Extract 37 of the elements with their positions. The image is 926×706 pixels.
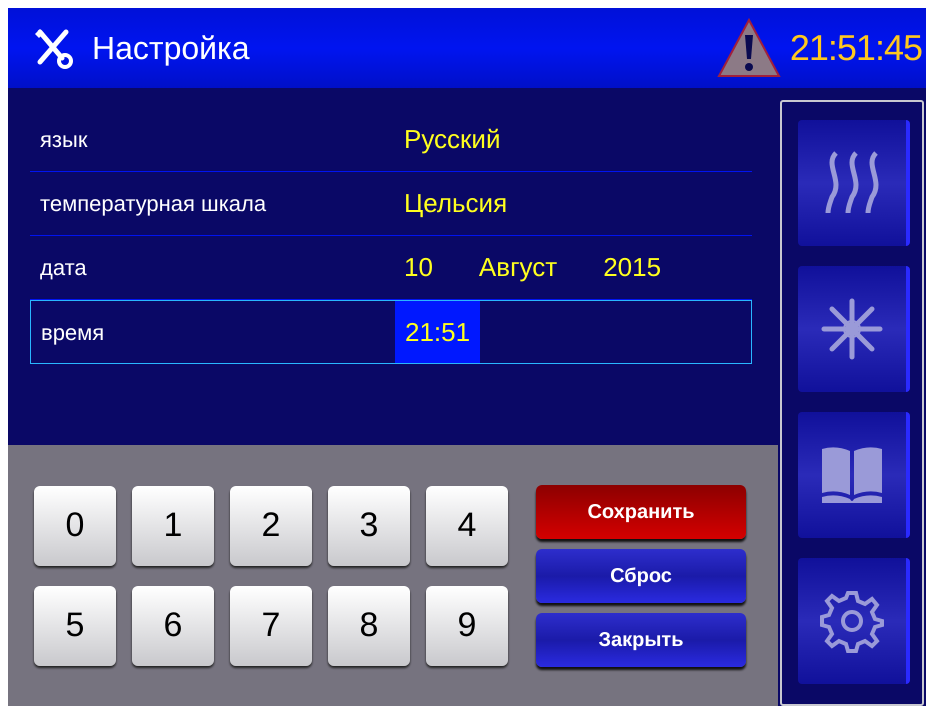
row-value[interactable]: 10 [394,236,443,299]
row-value[interactable]: Август [468,236,568,299]
digit-key[interactable]: 5 [34,586,116,666]
side-button[interactable] [798,120,910,246]
action-button[interactable]: Сброс [536,548,746,602]
digit-key[interactable]: 4 [426,486,508,566]
digit-key[interactable]: 2 [230,486,312,566]
settings-row[interactable]: дата 10 Август 2015 [30,236,752,300]
snowflake-icon [820,297,884,361]
settings-row[interactable]: температурная шкала Цельсия [30,172,752,236]
row-value[interactable]: Цельсия [394,172,518,235]
row-label: время [40,318,106,347]
digit-key[interactable]: 7 [230,586,312,666]
row-value[interactable]: 2015 [593,236,672,299]
row-value[interactable]: 21:51 [395,301,480,363]
digit-key[interactable]: 3 [328,486,410,566]
row-label: дата [39,254,88,282]
header-title: Настройка [92,29,250,68]
action-button[interactable]: Закрыть [536,612,746,666]
digit-key[interactable]: 9 [426,586,508,666]
clock-text: 21:51:45 [790,26,922,70]
settings-row[interactable]: язык Русский [30,108,752,172]
side-button[interactable] [798,412,910,538]
settings-row[interactable]: время 21:51 [30,300,752,364]
row-label: язык [39,126,88,154]
digit-key[interactable]: 0 [34,486,116,566]
row-value[interactable]: Русский [394,108,510,171]
digit-key[interactable]: 6 [132,586,214,666]
row-label: температурная шкала [39,190,268,218]
warning-icon [716,17,782,79]
digit-key[interactable]: 1 [132,486,214,566]
action-button[interactable]: Сохранить [536,484,746,538]
book-icon [820,445,884,505]
settings-icon [820,589,884,653]
side-button[interactable] [798,558,910,684]
side-button[interactable] [798,266,910,392]
digit-key[interactable]: 8 [328,586,410,666]
